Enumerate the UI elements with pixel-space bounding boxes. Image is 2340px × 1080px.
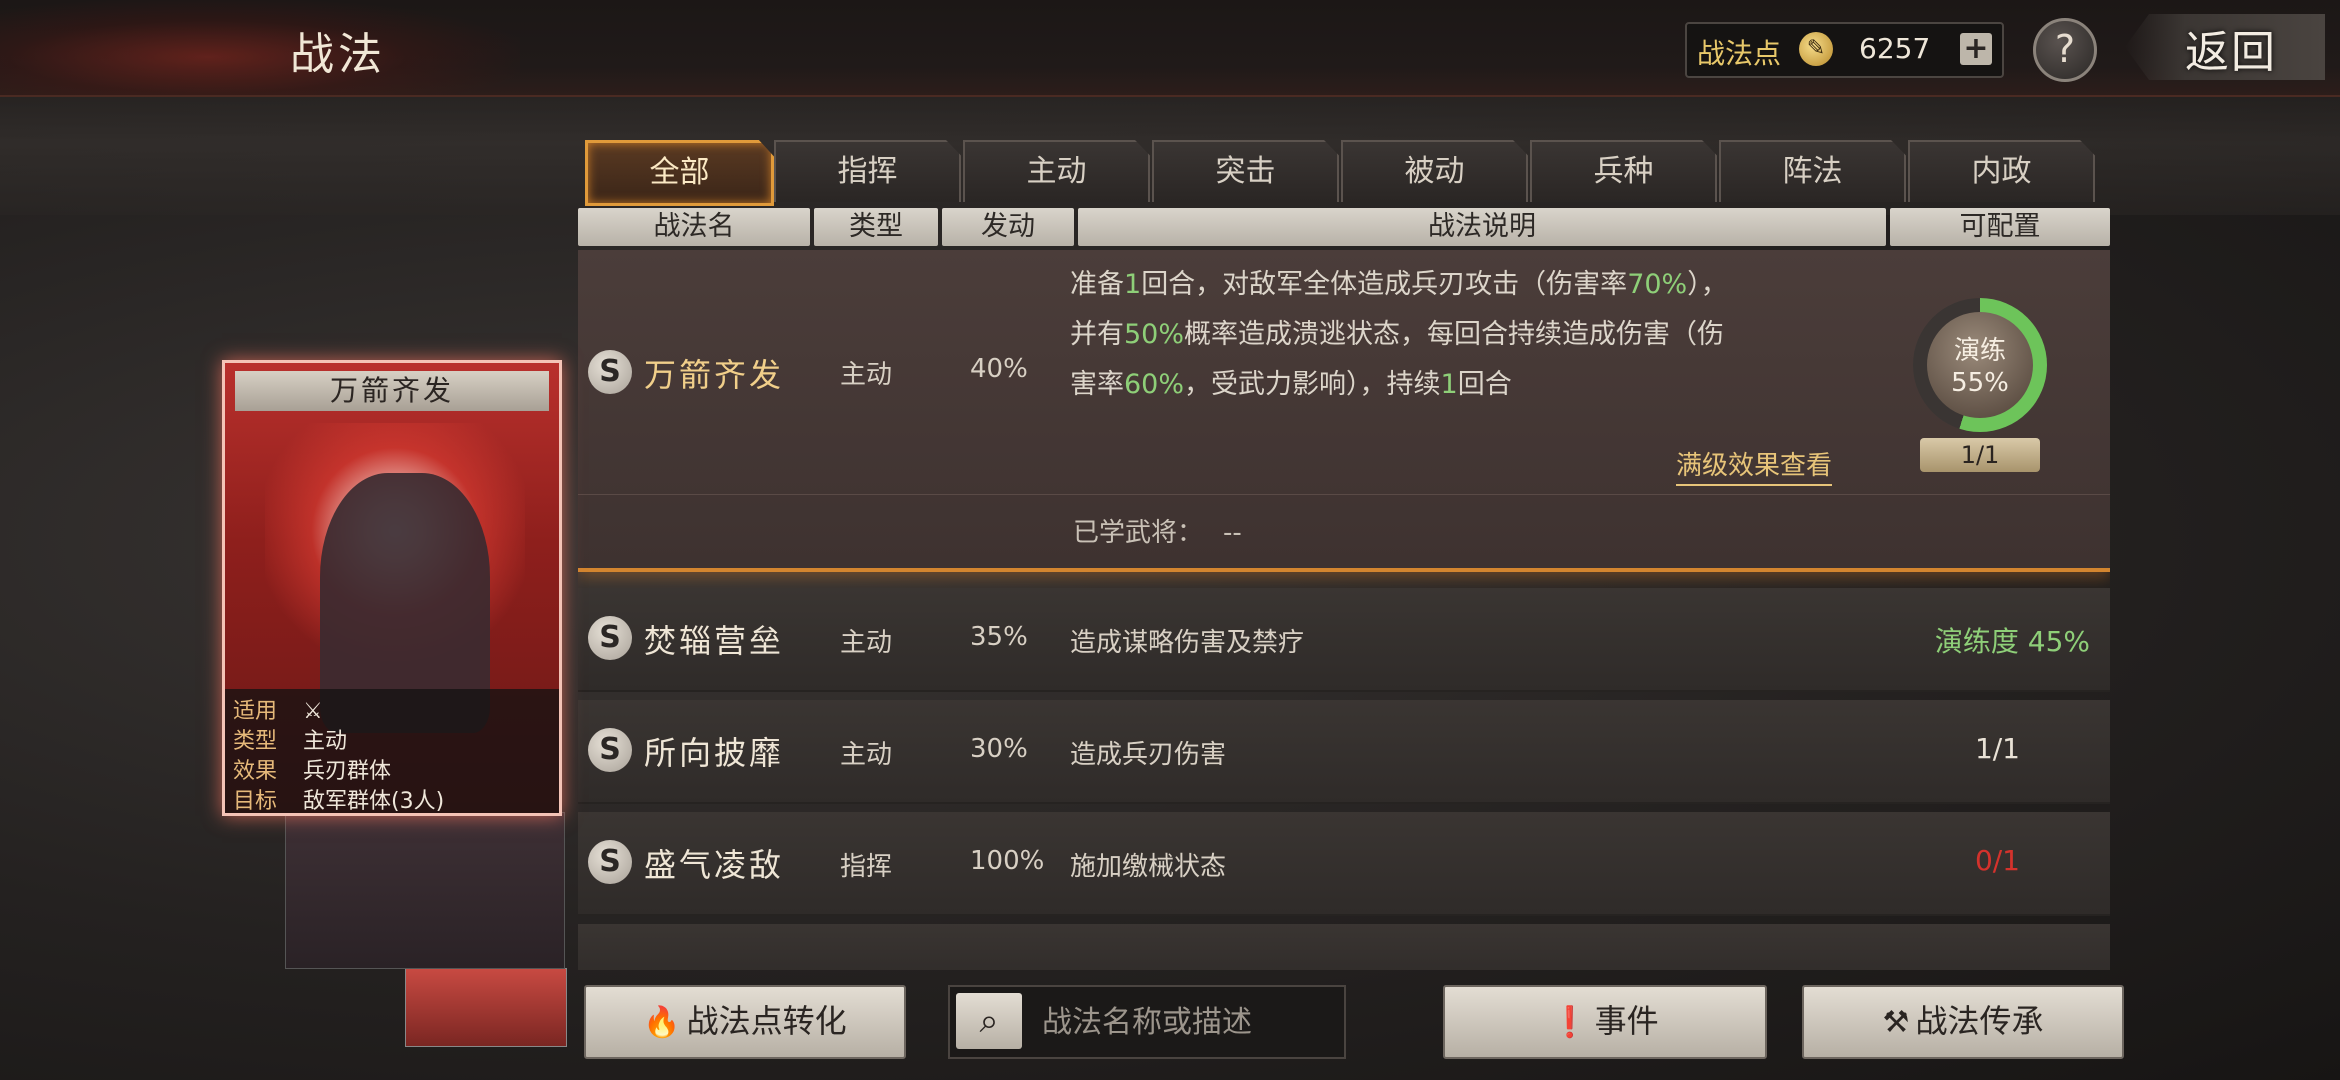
column-rate[interactable]: 发动 [942,208,1074,246]
title-glow [0,0,520,95]
tab-active[interactable]: 主动 [963,140,1150,202]
tab-command[interactable]: 指挥 [774,140,961,202]
drill-percent: 55% [1951,368,2009,398]
column-description: 战法说明 [1078,208,1886,246]
tactic-description: 施加缴械状态 [1070,852,1227,882]
card-title: 万箭齐发 [235,371,549,411]
card-stack-back [405,968,567,1047]
tactic-points-box: 战法点 ✎ 6257 + [1685,22,2004,78]
feather-coin-icon: ✎ [1799,32,1833,66]
card-info-panel: 适用 ⚔ 类型 主动 效果 兵刃群体 目标 敌军群体(3人) [225,689,559,813]
config-count: 1/1 [1920,438,2040,472]
card-info-type: 类型 主动 [233,729,348,754]
rank-s-badge: S [588,728,632,772]
tactic-name: 盛气凌敌 [644,846,785,884]
tab-domestic[interactable]: 内政 [1908,140,2095,202]
tactic-row-expanded[interactable]: S 万箭齐发 主动 40% 准备1回合，对敌军全体造成兵刃攻击（伤害率70%），… [578,250,2110,572]
tactic-type: 指挥 [840,852,893,882]
drill-label: 演练 [1953,336,2006,366]
help-button[interactable]: ? [2033,18,2097,82]
card-stack-middle [285,812,565,969]
tab-troop[interactable]: 兵种 [1530,140,1717,202]
drill-button[interactable]: 演练 55% [1927,312,2033,418]
flame-icon: 🔥 [643,1005,681,1040]
event-button[interactable]: ❗ 事件 [1443,985,1767,1059]
learned-generals: 已学武将： -- [1073,518,1242,548]
rank-s-badge: S [588,616,632,660]
rank-s-badge: S [588,840,632,884]
tactic-description: 造成兵刃伤害 [1070,740,1227,770]
tactic-rate: 30% [970,734,1028,764]
category-tabs: 全部 指挥 主动 突击 被动 兵种 阵法 内政 [585,140,2095,206]
add-points-button[interactable]: + [1960,33,1992,65]
tab-all[interactable]: 全部 [585,140,774,206]
column-name[interactable]: 战法名 [578,208,810,246]
tactic-rate: 40% [970,354,1028,384]
drill-progress-ring[interactable]: 演练 55% [1913,298,2047,432]
alert-icon: ❗ [1551,1005,1589,1040]
table-header: 战法名 类型 发动 战法说明 可配置 [578,208,2110,246]
tactic-type: 主动 [840,740,893,770]
tactic-rate: 35% [970,622,1028,652]
tactic-list: S 万箭齐发 主动 40% 准备1回合，对敌军全体造成兵刃攻击（伤害率70%），… [578,250,2110,970]
tab-passive[interactable]: 被动 [1341,140,1528,202]
column-configurable[interactable]: 可配置 [1890,208,2110,246]
points-value: 6257 [1859,32,1931,65]
column-type[interactable]: 类型 [814,208,938,246]
tactic-name: 万箭齐发 [644,356,785,394]
tactic-row[interactable]: S 所向披靡 主动 30% 造成兵刃伤害 1/1 [578,700,2110,804]
tactic-card-preview: 万箭齐发 适用 ⚔ 类型 主动 效果 兵刃群体 目标 敌军群体(3人) [222,360,562,816]
tactic-name: 焚辎营垒 [644,622,785,660]
search-box: ⌕ [948,985,1346,1059]
tactic-name: 所向披靡 [644,734,785,772]
drill-degree: 演练度 45% [1934,625,2090,658]
full-level-effect-link[interactable]: 满级效果查看 [1676,445,1833,486]
tab-formation[interactable]: 阵法 [1719,140,1906,202]
row-divider [578,494,2110,495]
card-info-target: 目标 敌军群体(3人) [233,789,445,814]
tactic-description: 准备1回合，对敌军全体造成兵刃攻击（伤害率70%）， 并有50%概率造成溃逃状态… [1070,269,1728,400]
tactic-row-partial[interactable] [578,924,2110,970]
hammer-icon: ⚒ [1882,1005,1910,1040]
back-label[interactable]: 返回 [2185,16,2277,80]
tactic-row[interactable]: S 盛气凌敌 指挥 100% 施加缴械状态 0/1 [578,812,2110,916]
top-bar: 战法 战法点 ✎ 6257 + ? 返回 [0,0,2340,97]
search-input[interactable] [1040,997,1334,1047]
config-count: 1/1 [1974,732,2020,765]
page-title: 战法 [290,29,386,80]
tactic-type: 主动 [840,628,893,658]
tactic-row[interactable]: S 焚辎营垒 主动 35% 造成谋略伤害及禁疗 演练度 45% [578,588,2110,692]
convert-points-button[interactable]: 🔥 战法点转化 [584,985,906,1059]
tactic-rate: 100% [970,846,1045,876]
tab-assault[interactable]: 突击 [1152,140,1339,202]
card-info-effect: 效果 兵刃群体 [233,759,392,784]
inherit-tactic-button[interactable]: ⚒ 战法传承 [1802,985,2124,1059]
card-info-applicable: 适用 ⚔ [233,699,323,724]
tactic-description: 造成谋略伤害及禁疗 [1070,628,1305,658]
config-count: 0/1 [1974,844,2020,877]
rank-s-badge: S [588,350,632,394]
crossed-weapons-icon: ⚔ [303,699,323,724]
points-label: 战法点 [1697,37,1782,70]
tactic-type: 主动 [840,360,893,390]
search-icon[interactable]: ⌕ [956,993,1022,1049]
